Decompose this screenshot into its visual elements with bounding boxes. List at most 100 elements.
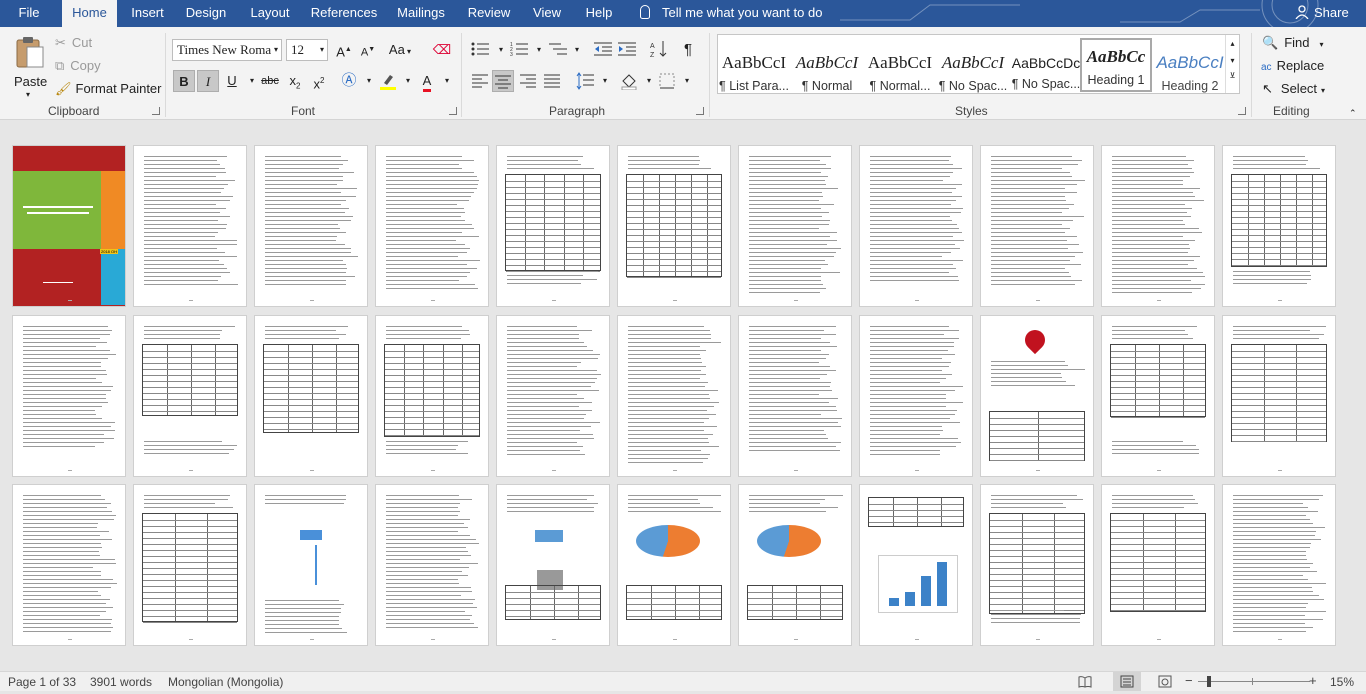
page-thumbnail[interactable] (254, 145, 368, 307)
font-name-combo[interactable]: Times New Roma ▾ (172, 39, 282, 61)
language-indicator[interactable]: Mongolian (Mongolia) (168, 675, 283, 689)
tab-layout[interactable]: Layout (244, 0, 296, 27)
word-count[interactable]: 3901 words (90, 675, 152, 689)
styles-scroll[interactable]: ▴ ▾ ⊻ (1225, 35, 1239, 93)
copy-button[interactable]: ⧉ Copy (55, 58, 101, 74)
chevron-down-icon[interactable]: ▾ (528, 39, 550, 61)
tab-review[interactable]: Review (463, 0, 515, 27)
page-thumbnail[interactable] (1222, 145, 1336, 307)
bold-button[interactable]: B (173, 70, 195, 92)
chevron-down-icon[interactable]: ▾ (594, 70, 616, 92)
share-button[interactable]: Share (1295, 0, 1349, 27)
page-thumbnail[interactable] (1101, 484, 1215, 646)
chevron-down-icon[interactable]: ▾ (436, 70, 458, 92)
styles-launcher-icon[interactable] (1238, 107, 1246, 115)
tab-insert[interactable]: Insert (125, 0, 170, 27)
sort-icon[interactable]: AZ (650, 40, 668, 58)
collapse-ribbon-icon[interactable]: ⌃ (1349, 108, 1357, 119)
select-button[interactable]: ↖ Select ▾ (1262, 81, 1325, 97)
zoom-slider[interactable] (1198, 681, 1310, 682)
style-heading-2[interactable]: AaBbCcI Heading 2 (1154, 43, 1226, 99)
tab-references[interactable]: References (308, 0, 380, 27)
cut-button[interactable]: ✂ Cut (55, 35, 92, 51)
page-thumbnail[interactable] (496, 145, 610, 307)
show-formatting-marks-icon[interactable]: ¶ (677, 39, 699, 61)
increase-indent-icon[interactable] (618, 42, 636, 56)
style-no-spacing-2[interactable]: AaBbCcDc ¶ No Spac... (1010, 43, 1082, 99)
chevron-down-icon[interactable]: ▾ (676, 70, 698, 92)
paragraph-launcher-icon[interactable] (696, 107, 704, 115)
page-thumbnail[interactable] (980, 484, 1094, 646)
tab-mailings[interactable]: Mailings (392, 0, 450, 27)
numbering-icon[interactable]: 123 (510, 42, 528, 56)
page-thumbnail[interactable] (496, 484, 610, 646)
tab-help[interactable]: Help (579, 0, 619, 27)
page-thumbnail[interactable] (980, 145, 1094, 307)
zoom-slider-thumb[interactable] (1207, 676, 1211, 687)
page-thumbnail[interactable] (738, 315, 852, 477)
tab-view[interactable]: View (527, 0, 567, 27)
justify-icon[interactable] (544, 74, 560, 88)
subscript-button[interactable]: x2 (284, 70, 306, 92)
strikethrough-button[interactable]: abc (259, 70, 281, 92)
tell-me-search[interactable]: Tell me what you want to do (640, 0, 822, 27)
page-thumbnail[interactable] (375, 315, 489, 477)
clear-formatting-button[interactable]: ⌫ (431, 39, 453, 61)
chevron-down-icon[interactable]: ▾ (1226, 56, 1239, 65)
change-case-button[interactable]: Aa ▾ (385, 39, 415, 61)
text-effects-button[interactable]: Ⓐ (338, 70, 360, 92)
shrink-font-button[interactable]: A▼ (357, 39, 379, 61)
align-right-icon[interactable] (520, 74, 536, 88)
style-normal[interactable]: AaBbCcI ¶ Normal (791, 43, 863, 99)
tab-file[interactable]: File (8, 0, 50, 27)
align-left-icon[interactable] (472, 74, 488, 88)
web-layout-icon[interactable] (1158, 675, 1172, 688)
shading-icon[interactable] (620, 72, 638, 90)
page-thumbnail[interactable] (133, 145, 247, 307)
page-thumbnail[interactable] (12, 315, 126, 477)
clipboard-launcher-icon[interactable] (152, 107, 160, 115)
chevron-up-icon[interactable]: ▴ (1226, 39, 1239, 48)
bullets-icon[interactable] (471, 42, 489, 56)
zoom-in-icon[interactable]: + (1309, 673, 1317, 688)
document-area[interactable]: 2018 ОН (0, 121, 1366, 671)
page-count[interactable]: Page 1 of 33 (8, 675, 76, 689)
superscript-button[interactable]: x2 (308, 70, 330, 92)
page-thumbnail[interactable] (12, 484, 126, 646)
page-thumbnail[interactable] (1101, 315, 1215, 477)
tab-home[interactable]: Home (62, 0, 117, 27)
format-painter-button[interactable]: 🖌 Format Painter (55, 81, 162, 97)
page-thumbnail[interactable] (375, 145, 489, 307)
font-color-button[interactable]: A (416, 70, 438, 92)
page-thumbnail[interactable] (859, 145, 973, 307)
chevron-down-icon[interactable]: ▾ (490, 39, 512, 61)
page-thumbnail[interactable] (617, 315, 731, 477)
replace-button[interactable]: ac Replace (1261, 58, 1324, 73)
page-thumbnail[interactable] (496, 315, 610, 477)
style-list-paragraph[interactable]: AaBbCcI ¶ List Para... (718, 43, 790, 99)
page-thumbnail[interactable] (375, 484, 489, 646)
multilevel-list-icon[interactable] (549, 42, 567, 56)
page-thumbnail[interactable] (980, 315, 1094, 477)
style-no-spacing-1[interactable]: AaBbCcI ¶ No Spac... (937, 43, 1009, 99)
highlight-color-button[interactable] (377, 70, 399, 92)
page-thumbnail[interactable]: 2018 ОН (12, 145, 126, 307)
page-thumbnail[interactable] (1222, 484, 1336, 646)
more-styles-icon[interactable]: ⊻ (1226, 71, 1239, 80)
page-thumbnail[interactable] (617, 145, 731, 307)
tab-design[interactable]: Design (180, 0, 232, 27)
zoom-level[interactable]: 15% (1330, 675, 1354, 689)
page-thumbnail[interactable] (738, 484, 852, 646)
page-thumbnail[interactable] (1101, 145, 1215, 307)
grow-font-button[interactable]: A▲ (333, 39, 355, 61)
page-thumbnail[interactable] (738, 145, 852, 307)
paste-button[interactable]: Paste ▾ (12, 33, 48, 101)
italic-button[interactable]: I (197, 70, 219, 92)
print-layout-button[interactable] (1113, 672, 1141, 691)
style-heading-1[interactable]: AaBbCc Heading 1 (1080, 38, 1152, 92)
page-thumbnail[interactable] (859, 484, 973, 646)
borders-icon[interactable] (659, 73, 675, 89)
align-center-button[interactable] (492, 70, 514, 92)
font-size-combo[interactable]: 12 ▾ (286, 39, 328, 61)
line-spacing-icon[interactable] (576, 72, 594, 90)
